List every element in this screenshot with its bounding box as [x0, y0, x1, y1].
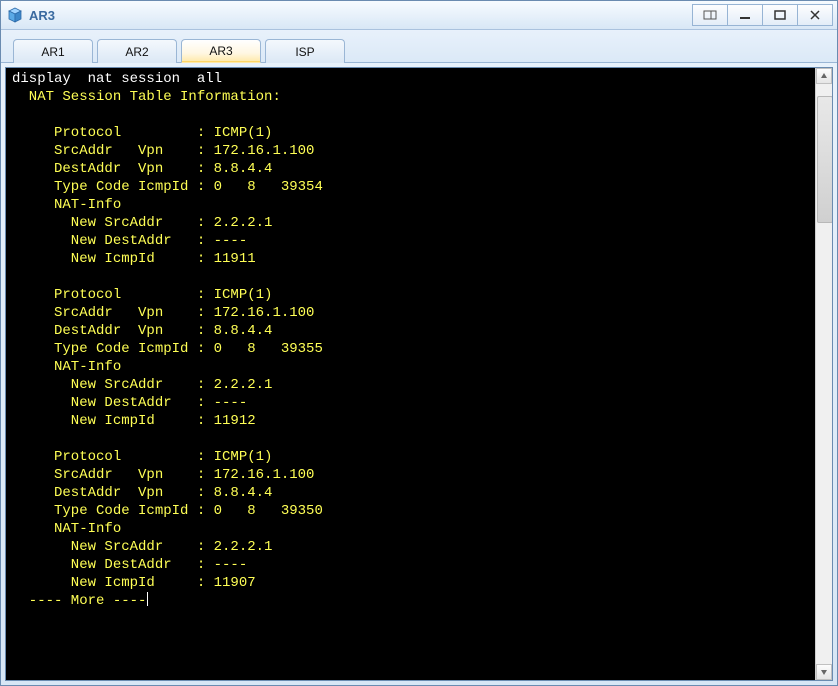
window-controls: [692, 4, 833, 26]
vertical-scrollbar[interactable]: [815, 68, 832, 680]
tab-isp[interactable]: ISP: [265, 39, 345, 63]
tab-ar1[interactable]: AR1: [13, 39, 93, 63]
title-bar: AR3: [1, 1, 837, 30]
cube-icon: [7, 7, 23, 23]
tab-label: ISP: [295, 45, 314, 59]
terminal-area: display nat session all NAT Session Tabl…: [5, 67, 833, 681]
tab-label: AR2: [125, 45, 148, 59]
tab-strip: AR1 AR2 AR3 ISP: [1, 30, 837, 63]
terminal-output[interactable]: display nat session all NAT Session Tabl…: [6, 68, 816, 680]
tab-ar2[interactable]: AR2: [97, 39, 177, 63]
tab-label: AR3: [209, 44, 232, 58]
window-options-button[interactable]: [692, 4, 728, 26]
scroll-thumb[interactable]: [817, 96, 833, 224]
tab-label: AR1: [41, 45, 64, 59]
scroll-down-arrow-icon[interactable]: [816, 664, 832, 680]
maximize-button[interactable]: [763, 4, 798, 26]
close-button[interactable]: [798, 4, 833, 26]
window-title: AR3: [29, 8, 55, 23]
minimize-button[interactable]: [728, 4, 763, 26]
scroll-up-arrow-icon[interactable]: [816, 68, 832, 84]
tab-ar3[interactable]: AR3: [181, 39, 261, 63]
app-window: AR3 AR1 AR2 AR3 ISP display nat session …: [0, 0, 838, 686]
scroll-track[interactable]: [816, 84, 832, 664]
